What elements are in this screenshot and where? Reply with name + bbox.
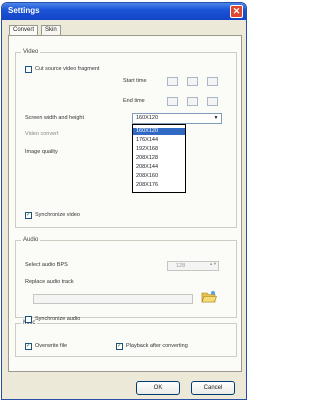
end-time-label: End time (123, 98, 145, 104)
start-time-label: Start time (123, 78, 147, 84)
settings-dialog: Settings ✕ Convert Skin Video Audio Misc… (1, 2, 247, 400)
overwrite-checkbox[interactable]: ✓ (25, 343, 32, 350)
cut-source-checkbox[interactable] (25, 66, 32, 73)
screen-size-dropdown: 160X120 176X144 192X168 208X128 208X144 … (132, 124, 186, 193)
close-icon[interactable]: ✕ (230, 5, 243, 18)
size-option[interactable]: 160X120 (133, 128, 185, 135)
size-option[interactable]: 208X128 (133, 155, 185, 162)
bps-stepper[interactable]: 128 ▲▼ (167, 261, 219, 271)
video-group-title: Video (21, 49, 41, 55)
overwrite-label: Overwrite file (35, 343, 68, 349)
start-minute-field[interactable] (187, 77, 198, 86)
screen-size-select[interactable]: 160X120 ▼ (132, 113, 222, 124)
image-quality-label: Image quality (25, 149, 58, 155)
start-second-field[interactable] (207, 77, 218, 86)
end-hour-field[interactable] (167, 97, 178, 106)
playback-label: Playback after converting (126, 343, 188, 349)
title-bar[interactable]: Settings ✕ (2, 3, 246, 20)
ok-button[interactable]: OK (136, 381, 180, 395)
tab-skin[interactable]: Skin (41, 25, 61, 35)
playback-checkbox[interactable]: ✓ (116, 343, 123, 350)
end-minute-field[interactable] (187, 97, 198, 106)
replace-track-label: Replace audio track (25, 279, 74, 285)
chevron-down-icon[interactable]: ▼ (212, 115, 220, 122)
end-second-field[interactable] (207, 97, 218, 106)
size-option[interactable]: 208X176 (133, 182, 185, 189)
video-convert-label: Video convert (25, 131, 59, 137)
size-option[interactable]: 176X144 (133, 137, 185, 144)
size-option[interactable]: 208X144 (133, 164, 185, 171)
synchronize-video-checkbox[interactable]: ✓ (25, 212, 32, 219)
screen-size-value: 160X120 (136, 115, 159, 121)
bps-value: 128 (176, 263, 186, 269)
window-title: Settings (8, 6, 40, 15)
start-hour-field[interactable] (167, 77, 178, 86)
misc-group: Misc (15, 320, 237, 357)
synchronize-audio-checkbox[interactable] (25, 316, 32, 323)
synchronize-audio-label: Synchronize audio (35, 316, 81, 322)
size-option[interactable]: 208X160 (133, 173, 185, 180)
folder-open-icon[interactable] (201, 290, 217, 304)
audio-track-path-field[interactable] (33, 294, 193, 304)
cut-source-label: Cut source video fragment (35, 66, 100, 72)
size-option[interactable]: 192X168 (133, 146, 185, 153)
screen-size-label: Screen width and height (25, 115, 85, 121)
cancel-button[interactable]: Cancel (191, 381, 235, 395)
select-bps-label: Select audio BPS (25, 262, 68, 268)
synchronize-video-label: Synchronize video (35, 212, 80, 218)
audio-group-title: Audio (21, 237, 41, 243)
spinner-arrows-icon[interactable]: ▲▼ (209, 262, 217, 266)
